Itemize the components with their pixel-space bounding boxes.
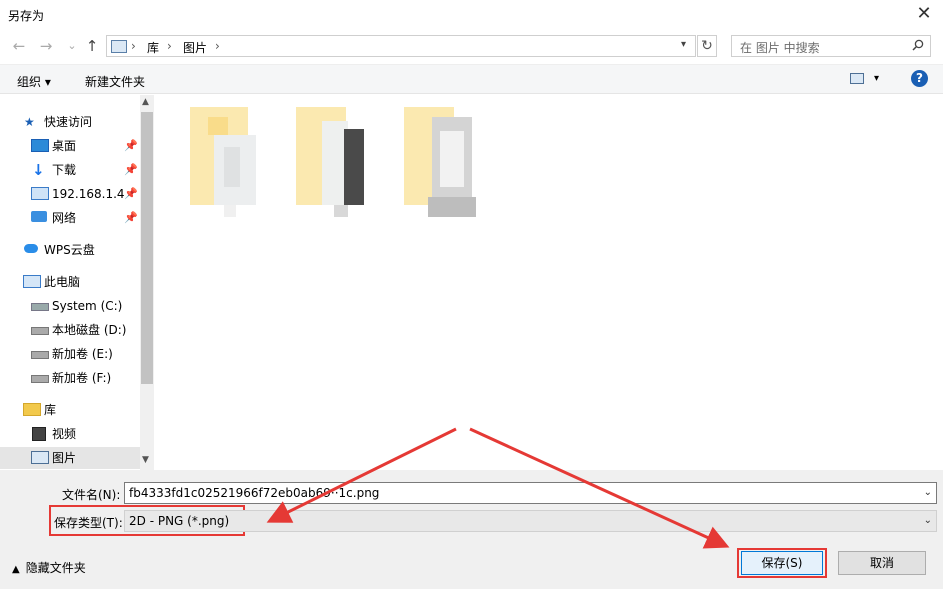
arrow-to-save bbox=[469, 427, 730, 549]
arrow-to-filetype bbox=[266, 427, 457, 523]
annotation-arrows bbox=[266, 427, 730, 549]
